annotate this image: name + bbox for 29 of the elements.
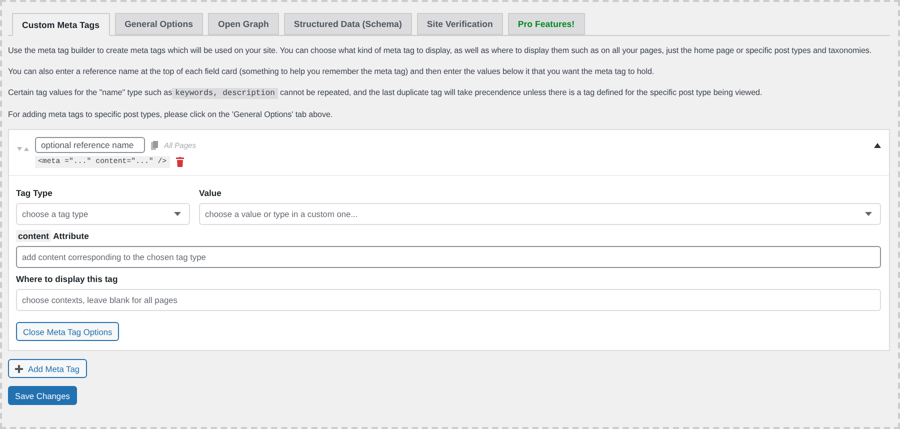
intro-paragraph: Certain tag values for the "name" type such as keywords, description cannot be repeated, and the last duplicate tag will take precendence unless there is a tag defined for the specific post type being viewed.: [8, 87, 764, 100]
tab[interactable]: Site Verification: [416, 13, 503, 35]
tag-type-dropdown[interactable]: choose a tag type: [16, 203, 190, 225]
tab[interactable]: General Options: [114, 13, 203, 35]
tab[interactable]: Pro Features!: [508, 13, 585, 35]
caret-icon: [865, 212, 872, 216]
pages-icon: [151, 140, 158, 150]
caret-icon: [174, 212, 181, 216]
tab[interactable]: Custom Meta Tags: [12, 13, 110, 36]
reference-name-field[interactable]: optional reference name: [35, 137, 145, 153]
field-label: content Attribute: [16, 231, 90, 241]
tab[interactable]: Structured Data (Schema): [284, 13, 412, 35]
intro-paragraph: Use the meta tag builder to create meta tags which will be used on your site. You can choose what kind of meta tag to display, as well as where to display them such as on all your pages, just the home page or specific post types and taxonomies.: [8, 45, 873, 57]
field-label: Tag Type: [16, 188, 54, 198]
collapse-arrow-icon[interactable]: [874, 143, 881, 148]
content-field[interactable]: add content corresponding to the chosen tag type: [16, 246, 881, 268]
save-button[interactable]: Save Changes: [8, 386, 77, 405]
trash-icon[interactable]: [176, 157, 184, 167]
add-meta-tag-button[interactable]: Add Meta Tag: [8, 359, 87, 378]
field-label: Where to display this tag: [16, 274, 119, 284]
field-label: Value: [199, 188, 222, 198]
drag-handle-icon[interactable]: [17, 147, 29, 153]
display-context-field[interactable]: choose contexts, leave blank for all pages: [16, 289, 881, 311]
value-dropdown[interactable]: choose a value or type in a custom one...: [199, 203, 881, 225]
close-options-button[interactable]: Close Meta Tag Options: [16, 322, 120, 341]
intro-paragraph: You can also enter a reference name at the top of each field card (something to help you remember the meta tag) and then enter the values below it that you want the meta tag to hold.: [8, 66, 656, 78]
tab[interactable]: Open Graph: [208, 13, 279, 35]
plus-icon: [15, 364, 23, 372]
intro-paragraph: For adding meta tags to specific post types, please click on the 'General Options' tab above.: [8, 109, 334, 121]
